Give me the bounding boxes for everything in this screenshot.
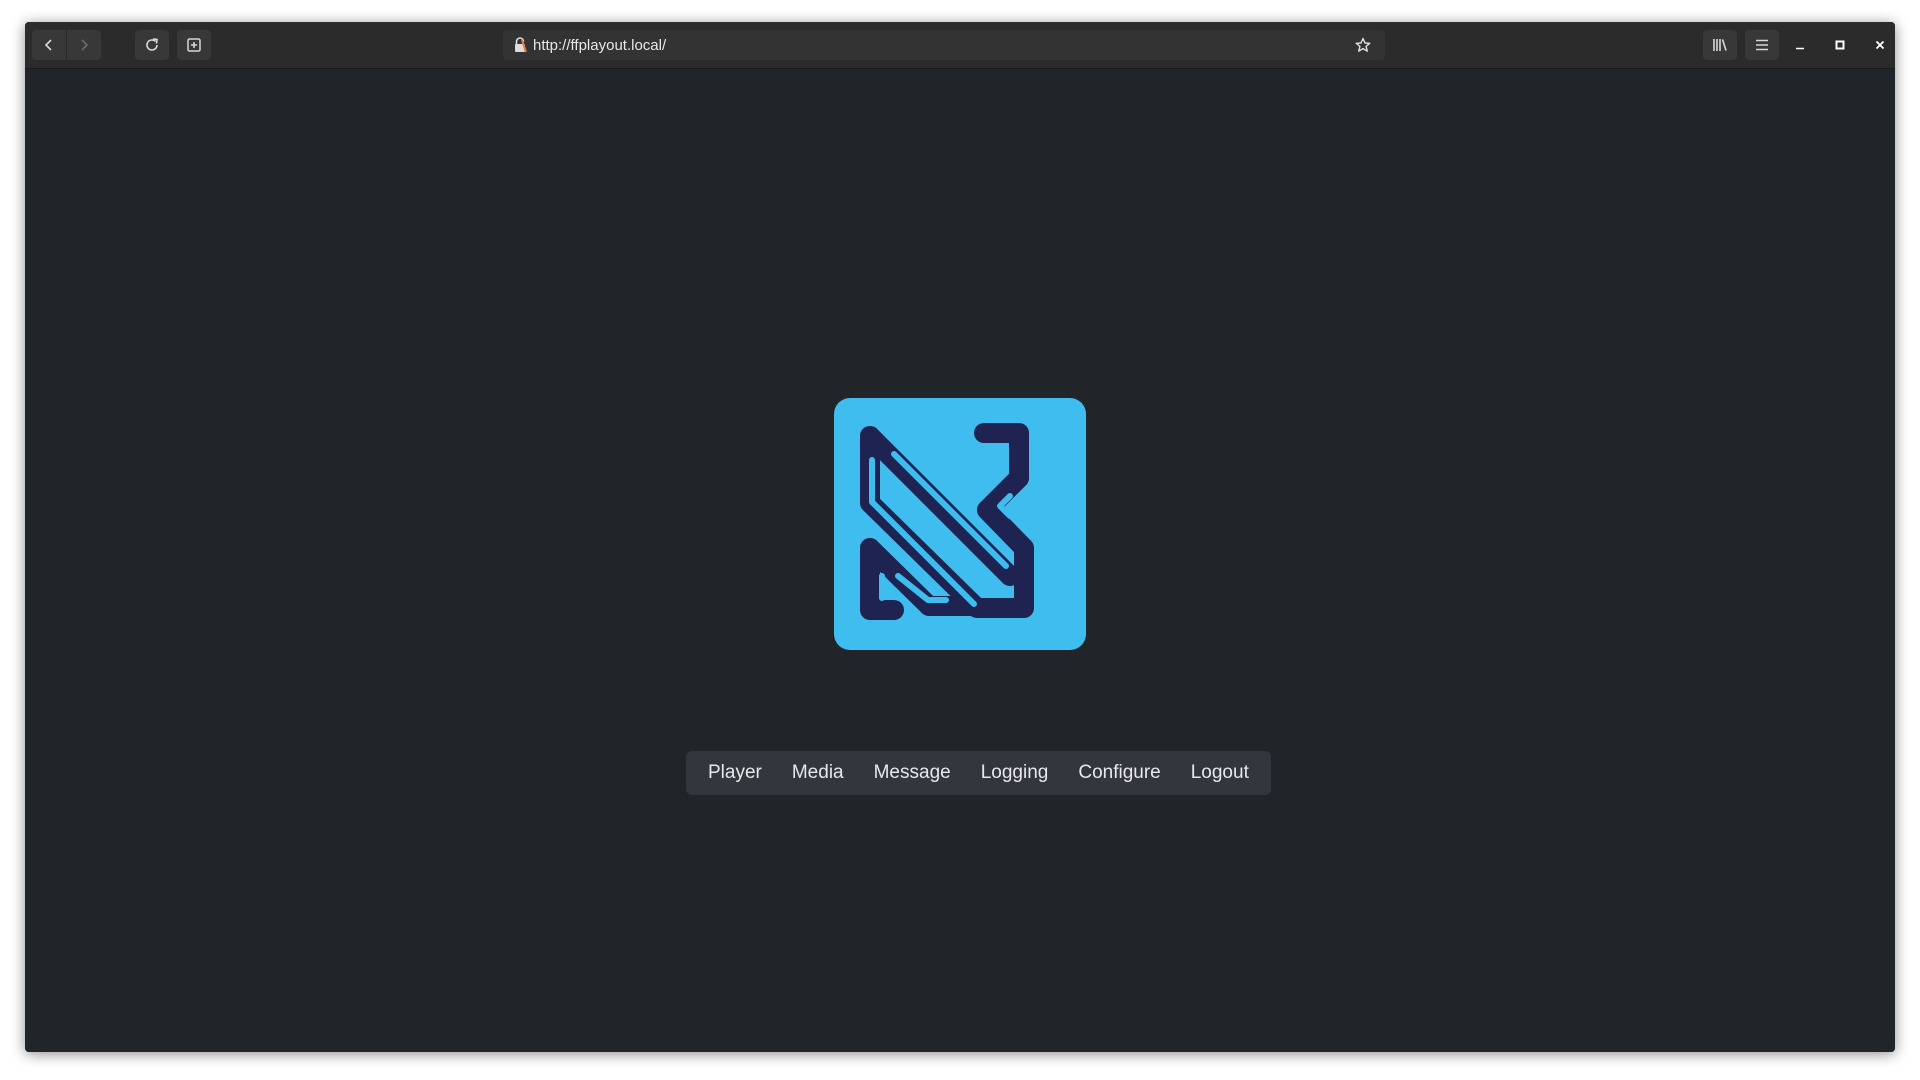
main-nav-menu: Player Media Message Logging Configure L… xyxy=(686,751,1271,795)
close-button[interactable] xyxy=(1869,34,1891,56)
maximize-icon xyxy=(1835,40,1845,50)
nav-item-message[interactable]: Message xyxy=(866,751,959,795)
nav-item-media[interactable]: Media xyxy=(784,751,852,795)
new-tab-button[interactable] xyxy=(177,30,211,60)
nav-item-logging[interactable]: Logging xyxy=(973,751,1057,795)
browser-window: http://ffplayout.local/ Player Media Mes… xyxy=(25,22,1895,1052)
library-icon xyxy=(1713,39,1727,51)
back-button[interactable] xyxy=(32,30,67,60)
maximize-button[interactable] xyxy=(1829,34,1851,56)
page-content: Player Media Message Logging Configure L… xyxy=(25,69,1895,1052)
main-menu-button[interactable] xyxy=(1745,30,1779,60)
library-button[interactable] xyxy=(1703,30,1737,60)
url-text[interactable]: http://ffplayout.local/ xyxy=(533,37,666,54)
hamburger-menu-icon xyxy=(1756,39,1768,51)
chevron-right-icon xyxy=(81,39,89,51)
star-icon xyxy=(1355,37,1371,52)
nav-item-configure[interactable]: Configure xyxy=(1070,751,1168,795)
address-bar[interactable]: http://ffplayout.local/ xyxy=(503,30,1385,60)
insecure-lock-icon[interactable] xyxy=(513,37,527,53)
chevron-left-icon xyxy=(44,39,52,51)
nav-item-logout[interactable]: Logout xyxy=(1183,751,1257,795)
bookmark-star-button[interactable] xyxy=(1355,37,1371,57)
forward-button[interactable] xyxy=(67,30,101,60)
reload-icon xyxy=(146,38,158,51)
reload-button[interactable] xyxy=(135,30,169,60)
close-icon xyxy=(1875,40,1885,50)
ffplayout-logo xyxy=(834,398,1086,650)
new-tab-icon xyxy=(187,38,201,52)
nav-item-player[interactable]: Player xyxy=(700,751,770,795)
minimize-icon xyxy=(1796,47,1804,50)
minimize-button[interactable] xyxy=(1789,34,1811,56)
history-nav-group xyxy=(32,30,101,60)
browser-toolbar: http://ffplayout.local/ xyxy=(25,22,1895,69)
